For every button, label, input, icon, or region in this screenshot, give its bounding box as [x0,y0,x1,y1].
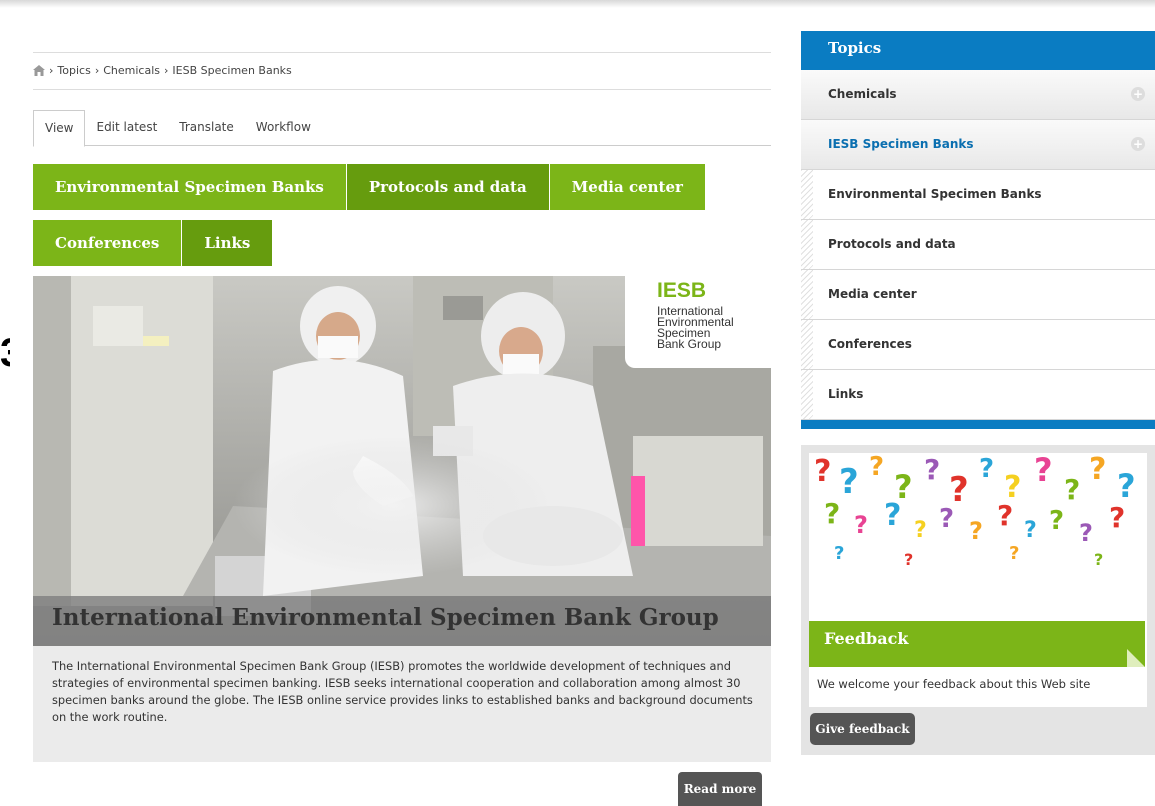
svg-text:?: ? [854,511,868,539]
top-shadow-bar [0,0,1155,8]
sidebar-item-label: Media center [828,287,917,301]
tab-bar: View Edit latest Translate Workflow [33,110,322,147]
sidebar-item-label: Environmental Specimen Banks [828,187,1042,201]
section-menu-row-2: Conferences Links [33,220,273,266]
svg-text:?: ? [1089,453,1106,487]
hero-title[interactable]: International Environmental Specimen Ban… [52,604,719,631]
stray-glyph: 3 [0,333,10,373]
svg-text:?: ? [924,453,940,486]
feedback-title: Feedback [824,629,909,648]
svg-text:?: ? [839,462,859,502]
svg-text:?: ? [1009,543,1019,564]
topics-sidebar: Topics Chemicals + IESB Specimen Banks +… [801,31,1155,429]
svg-text:?: ? [979,454,994,484]
description-text: The International Environmental Specimen… [52,659,753,724]
tab-workflow[interactable]: Workflow [245,110,322,145]
feedback-banner: Feedback [809,621,1145,667]
svg-text:?: ? [939,504,954,534]
read-more-button[interactable]: Read more [678,772,762,806]
divider [33,89,771,90]
breadcrumb-separator: › [49,64,54,77]
sidebar-item-media-center[interactable]: Media center [801,270,1155,320]
sidebar-item-iesb-specimen-banks[interactable]: IESB Specimen Banks + [801,120,1155,170]
iesb-logo: IESB International Environmental Specime… [625,276,771,368]
svg-text:?: ? [1024,518,1037,543]
plus-icon[interactable]: + [1131,137,1145,151]
hero-caption: International Environmental Specimen Ban… [33,596,771,646]
svg-text:?: ? [869,453,884,482]
svg-text:?: ? [904,550,913,569]
svg-text:?: ? [884,498,901,533]
sidebar-title-text: Topics [828,39,882,57]
page-fold-icon [1127,649,1145,667]
menu-protocols-and-data[interactable]: Protocols and data [346,164,549,210]
svg-text:?: ? [1064,473,1080,506]
tab-view[interactable]: View [33,110,86,147]
sidebar-footer-bar [801,420,1155,429]
hero-banner[interactable]: IESB International Environmental Specime… [33,276,771,646]
menu-media-center[interactable]: Media center [549,164,705,210]
svg-text:?: ? [1109,501,1125,534]
menu-conferences[interactable]: Conferences [33,220,182,266]
sidebar-item-label: IESB Specimen Banks [828,137,974,151]
logo-subtitle: International Environmental Specimen Ban… [657,305,767,351]
breadcrumb: › Topics › Chemicals › IESB Specimen Ban… [33,64,292,77]
svg-text:?: ? [914,518,927,543]
sidebar-title: Topics [801,31,1155,76]
feedback-card: ? ? ? ? ? ? ? ? ? ? ? ? ? ? ? ? ? ? ? ? [809,453,1147,707]
svg-text:?: ? [1034,453,1053,489]
description-panel: The International Environmental Specimen… [33,646,771,762]
sidebar-item-links[interactable]: Links [801,370,1155,420]
home-icon[interactable] [33,65,45,76]
sidebar-item-environmental-specimen-banks[interactable]: Environmental Specimen Banks [801,170,1155,220]
tab-edit-latest[interactable]: Edit latest [85,110,168,145]
menu-environmental-specimen-banks[interactable]: Environmental Specimen Banks [33,164,346,210]
svg-text:?: ? [997,499,1013,532]
svg-text:?: ? [834,543,844,564]
breadcrumb-separator: › [164,64,169,77]
sidebar-item-protocols-and-data[interactable]: Protocols and data [801,220,1155,270]
breadcrumb-topics[interactable]: Topics [57,64,90,77]
sidebar-item-label: Links [828,387,864,401]
sidebar-item-chemicals[interactable]: Chemicals + [801,70,1155,120]
breadcrumb-current: IESB Specimen Banks [172,64,292,77]
section-menu-row-1: Environmental Specimen Banks Protocols a… [33,164,706,210]
give-feedback-button[interactable]: Give feedback [810,713,915,745]
svg-text:?: ? [1049,506,1064,536]
question-marks-illustration: ? ? ? ? ? ? ? ? ? ? ? ? ? ? ? ? ? ? ? ? [814,453,1136,569]
feedback-panel: ? ? ? ? ? ? ? ? ? ? ? ? ? ? ? ? ? ? ? ? [801,445,1155,755]
svg-text:?: ? [814,454,831,489]
divider [33,52,771,53]
breadcrumb-separator: › [94,64,100,77]
breadcrumb-chemicals[interactable]: Chemicals [103,64,160,77]
svg-text:?: ? [824,497,840,530]
sidebar-item-label: Chemicals [828,87,897,101]
plus-icon[interactable]: + [1131,87,1145,101]
sidebar-item-label: Protocols and data [828,237,956,251]
svg-text:?: ? [1117,467,1136,505]
svg-text:?: ? [1079,519,1093,547]
sidebar-item-conferences[interactable]: Conferences [801,320,1155,370]
menu-links[interactable]: Links [182,220,273,266]
sidebar-item-label: Conferences [828,337,912,351]
logo-title: IESB [657,279,707,302]
logo-line: Bank Group [657,337,722,351]
svg-text:?: ? [1094,550,1103,569]
tab-translate[interactable]: Translate [168,110,245,145]
feedback-text: We welcome your feedback about this Web … [817,677,1091,691]
svg-text:?: ? [969,517,983,545]
